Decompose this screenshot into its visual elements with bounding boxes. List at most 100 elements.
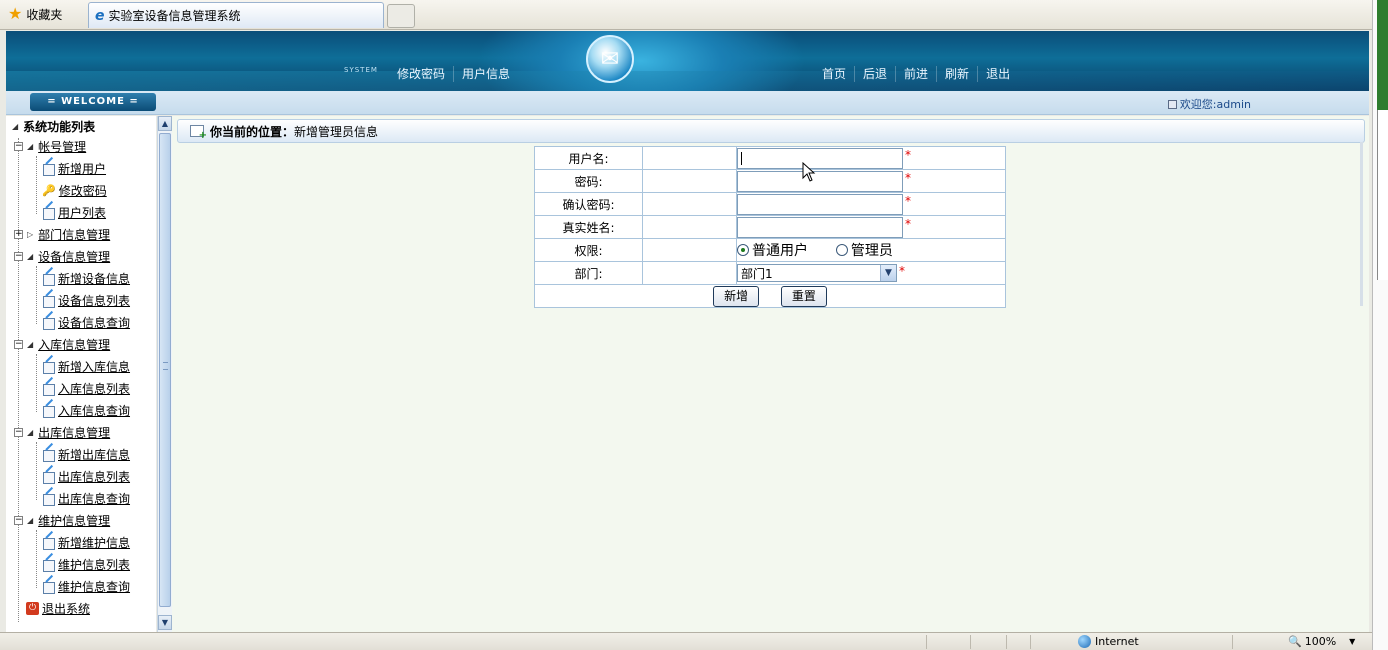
zoom-control[interactable]: 🔍 100% ▼ (1288, 635, 1355, 648)
tree-item-label[interactable]: 修改密码 (59, 182, 107, 199)
nav-logout[interactable]: 退出 (977, 66, 1018, 82)
collapse-icon[interactable]: − (14, 141, 23, 151)
tree-group-label[interactable]: 帐号管理 (38, 138, 86, 155)
tree-item[interactable]: 新增设备信息 (42, 268, 130, 288)
tree-item[interactable]: 入库信息查询 (42, 400, 130, 420)
new-tab-button[interactable] (387, 4, 415, 28)
tree-item-label[interactable]: 设备信息列表 (58, 292, 130, 309)
nav-change-password[interactable]: 修改密码 (389, 66, 453, 82)
role-option-label: 管理员 (850, 243, 893, 259)
username-input[interactable] (737, 147, 903, 169)
confirm-password-input[interactable] (737, 193, 903, 215)
password-input[interactable] (737, 170, 903, 192)
radio-selected-icon[interactable] (737, 244, 749, 256)
tree-item-label[interactable]: 入库信息列表 (58, 380, 130, 397)
tree-group-label[interactable]: 出库信息管理 (38, 424, 110, 441)
tree-item-label[interactable]: 新增用户 (58, 160, 106, 177)
radio-unselected-icon[interactable] (835, 244, 848, 256)
tree-item[interactable]: 新增维护信息 (42, 532, 130, 552)
collapsed-triangle-icon: ▷ (27, 229, 34, 239)
nav-back[interactable]: 后退 (854, 66, 895, 82)
realname-input[interactable] (737, 216, 903, 238)
password-label: 密码: (534, 169, 643, 193)
tree-item-label[interactable]: 设备信息查询 (58, 314, 130, 331)
role-radio-normal[interactable]: 普通用户 (737, 240, 808, 260)
tab-title: 实验室设备信息管理系统 (108, 9, 241, 23)
nav-forward[interactable]: 前进 (895, 66, 936, 82)
tree-item-label[interactable]: 新增设备信息 (58, 270, 130, 287)
tree-item-add-user[interactable]: 新增用户 (42, 158, 106, 178)
tree-scrollbar[interactable]: ▲ ▼ (157, 116, 172, 632)
scroll-up-arrow-icon[interactable]: ▲ (158, 116, 172, 131)
tree-group-inbound[interactable]: − ◢ 入库信息管理 (14, 334, 110, 354)
key-icon: 🔑 (42, 183, 56, 197)
collapse-icon[interactable]: − (14, 427, 23, 437)
form-row-actions: 新增 重置 (534, 284, 1006, 308)
tree-item-label[interactable]: 出库信息列表 (58, 468, 130, 485)
chevron-down-icon[interactable]: ▼ (880, 265, 896, 281)
tree-item-label[interactable]: 维护信息查询 (58, 578, 130, 595)
favorites-button[interactable]: ★ 收藏夹 (8, 4, 62, 24)
department-selected-value: 部门1 (741, 266, 773, 281)
required-mark: * (905, 216, 911, 231)
tree-item-label[interactable]: 新增出库信息 (58, 446, 130, 463)
required-mark: * (905, 193, 911, 208)
nav-user-info[interactable]: 用户信息 (453, 66, 518, 82)
zoom-level: 100% (1304, 635, 1337, 648)
tree-group-maintenance[interactable]: − ◢ 维护信息管理 (14, 510, 110, 530)
tree-group-department[interactable]: + ▷ 部门信息管理 (14, 224, 110, 244)
nav-refresh[interactable]: 刷新 (936, 66, 977, 82)
adjacent-window-edge (1372, 0, 1388, 650)
tree-item[interactable]: 新增入库信息 (42, 356, 130, 376)
tree-group-label[interactable]: 入库信息管理 (38, 336, 110, 353)
tree-group-equipment[interactable]: − ◢ 设备信息管理 (14, 246, 110, 266)
nav-home[interactable]: 首页 (814, 66, 854, 82)
tree-item[interactable]: 出库信息列表 (42, 466, 130, 486)
tree-item[interactable]: 新增出库信息 (42, 444, 130, 464)
browser-tab[interactable]: e 实验室设备信息管理系统 (88, 2, 384, 28)
tree-item[interactable]: 出库信息查询 (42, 488, 130, 508)
edit-icon (42, 536, 55, 550)
exit-label[interactable]: 退出系统 (42, 600, 90, 617)
username-label: 用户名: (534, 146, 643, 170)
browser-status-bar: Internet 🔍 100% ▼ (0, 632, 1372, 650)
chevron-down-icon[interactable]: ▼ (1349, 637, 1355, 646)
tree-group-label[interactable]: 维护信息管理 (38, 512, 110, 529)
scroll-thumb[interactable] (159, 133, 171, 607)
collapse-icon[interactable]: − (14, 251, 23, 261)
tree-item[interactable]: 设备信息查询 (42, 312, 130, 332)
tree-item-label[interactable]: 新增入库信息 (58, 358, 130, 375)
collapse-icon[interactable]: − (14, 515, 23, 525)
tree-item-user-list[interactable]: 用户列表 (42, 202, 106, 222)
tree-item[interactable]: 设备信息列表 (42, 290, 130, 310)
edit-icon (42, 294, 55, 308)
scroll-down-arrow-icon[interactable]: ▼ (158, 615, 172, 630)
department-select[interactable]: 部门1 ▼ (737, 264, 897, 282)
tree-exit[interactable]: ⏻ 退出系统 (26, 598, 90, 618)
tree-group-label[interactable]: 设备信息管理 (38, 248, 110, 265)
tree-group-outbound[interactable]: − ◢ 出库信息管理 (14, 422, 110, 442)
edit-icon (42, 206, 55, 220)
expand-icon[interactable]: + (14, 229, 23, 239)
tree-item[interactable]: 维护信息查询 (42, 576, 130, 596)
tree-item-label[interactable]: 入库信息查询 (58, 402, 130, 419)
ie-icon: e (95, 7, 105, 24)
submit-button[interactable]: 新增 (713, 285, 760, 307)
tree-item-label[interactable]: 用户列表 (58, 204, 106, 221)
tree-item-label[interactable]: 新增维护信息 (58, 534, 130, 551)
system-tag: SYSTEM (344, 66, 378, 74)
tree-item-label[interactable]: 维护信息列表 (58, 556, 130, 573)
tree-item-label[interactable]: 出库信息查询 (58, 490, 130, 507)
tree-item-change-password[interactable]: 🔑 修改密码 (42, 180, 107, 200)
realname-label: 真实姓名: (534, 215, 643, 239)
tree-item[interactable]: 维护信息列表 (42, 554, 130, 574)
tree-item[interactable]: 入库信息列表 (42, 378, 130, 398)
tree-group-label[interactable]: 部门信息管理 (38, 226, 110, 243)
reset-button[interactable]: 重置 (780, 285, 827, 307)
zone-indicator: Internet (1078, 635, 1139, 648)
tree-root: ◢ 系统功能列表 (12, 116, 95, 136)
breadcrumb-prefix: 你当前的位置： (210, 124, 295, 139)
role-radio-admin[interactable]: 管理员 (835, 240, 893, 260)
tree-group-account[interactable]: − ◢ 帐号管理 (14, 136, 86, 156)
collapse-icon[interactable]: − (14, 339, 23, 349)
